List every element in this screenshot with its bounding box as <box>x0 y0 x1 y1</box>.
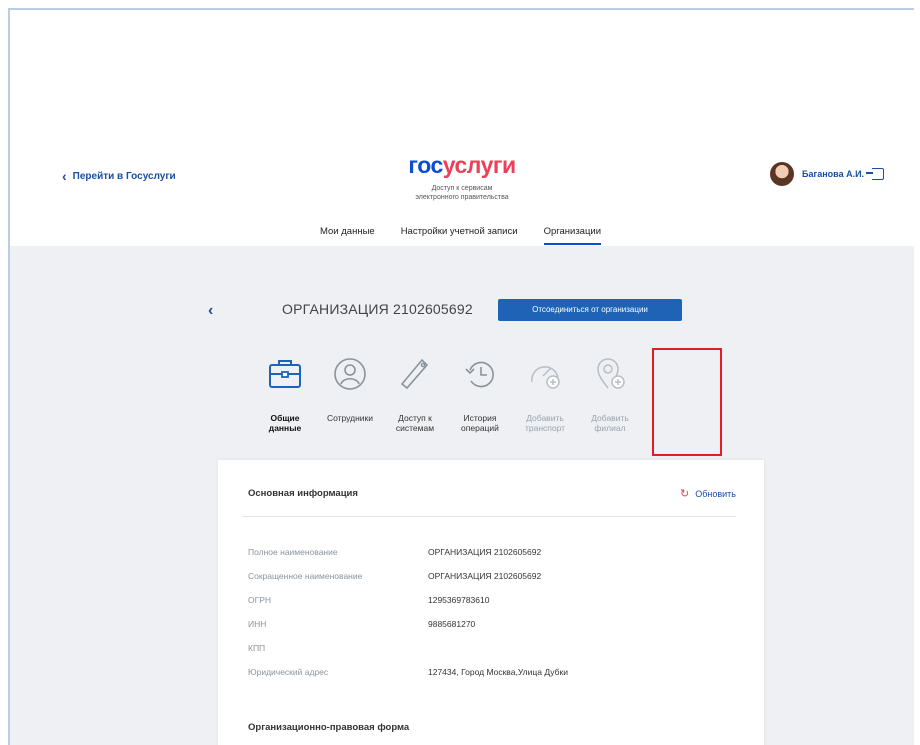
card-header: Основная информация ↻ Обновить <box>242 484 736 517</box>
info-row: ОГРН 1295369783610 <box>248 588 568 612</box>
user-icon <box>334 358 366 390</box>
logo-part-gos: гос <box>408 152 443 178</box>
tab-add-transport[interactable]: Добавить транспорт <box>516 354 574 433</box>
org-header: ‹ ОРГАНИЗАЦИЯ 2102605692 Отсоединиться о… <box>208 296 728 326</box>
card-title: Основная информация <box>248 488 358 499</box>
tab-label: Добавить филиал <box>591 413 629 433</box>
tab-system-access[interactable]: Доступ к системам <box>386 354 444 433</box>
row-label: Полное наименование <box>248 547 338 557</box>
nav-item-organizations[interactable]: Организации <box>543 226 602 245</box>
tab-label: Добавить транспорт <box>524 413 566 433</box>
refresh-button[interactable]: ↻ Обновить <box>680 487 736 500</box>
row-value: 1295369783610 <box>428 595 490 605</box>
logout-icon[interactable] <box>866 168 885 180</box>
row-value: ОРГАНИЗАЦИЯ 2102605692 <box>428 547 542 557</box>
briefcase-icon <box>269 360 301 388</box>
info-row: Полное наименование ОРГАНИЗАЦИЯ 210260569… <box>248 540 568 564</box>
highlight-box <box>652 348 722 456</box>
speedometer-icon <box>531 366 560 389</box>
refresh-label: Обновить <box>695 488 736 499</box>
avatar[interactable] <box>770 162 794 186</box>
row-value: 9885681270 <box>428 619 476 629</box>
info-row: КПП <box>248 636 568 660</box>
history-icon <box>465 361 494 388</box>
tagline: Доступ к сервисам электронного правитель… <box>10 184 914 202</box>
info-row: ИНН 9885681270 <box>248 612 568 636</box>
row-value: ОРГАНИЗАЦИЯ 2102605692 <box>428 571 542 581</box>
row-label: ИНН <box>248 619 267 629</box>
detach-org-button[interactable]: Отсоединиться от организации <box>498 299 682 321</box>
org-tabs: Общие данные Сотрудники Доступ к система… <box>256 354 639 433</box>
page-frame: ‹ Перейти в Госуслуги госуслуги Доступ к… <box>8 8 914 745</box>
row-label: Сокращенное наименование <box>248 571 363 581</box>
tab-general-data[interactable]: Общие данные <box>256 354 314 433</box>
nav-item-my-data[interactable]: Мои данные <box>320 226 375 245</box>
info-row: Сокращенное наименование ОРГАНИЗАЦИЯ 2102… <box>248 564 568 588</box>
tab-employees[interactable]: Сотрудники <box>321 354 379 433</box>
row-value: 127434, Город Москва,Улица Дубки <box>428 667 568 677</box>
location-add-icon <box>597 358 625 389</box>
tab-label: Доступ к системам <box>395 413 435 433</box>
user-menu[interactable]: Баганова А.И. <box>770 162 885 186</box>
nav-item-account-settings[interactable]: Настройки учетной записи <box>401 226 518 245</box>
row-label: Юридический адрес <box>248 667 329 677</box>
org-title: ОРГАНИЗАЦИЯ 2102605692 <box>282 301 473 317</box>
chevron-left-icon[interactable]: ‹ <box>208 302 213 320</box>
tab-label: История операций <box>461 413 499 433</box>
row-label: КПП <box>248 643 266 653</box>
tab-add-branch[interactable]: Добавить филиал <box>581 354 639 433</box>
tab-label: Сотрудники <box>326 413 374 423</box>
refresh-icon: ↻ <box>680 488 690 500</box>
key-icon <box>400 358 429 390</box>
info-rows: Полное наименование ОРГАНИЗАЦИЯ 210260569… <box>248 540 568 684</box>
main-info-card: Основная информация ↻ Обновить Полное на… <box>218 460 764 745</box>
top-nav: Мои данные Настройки учетной записи Орга… <box>320 226 602 245</box>
tab-label: Общие данные <box>268 413 302 433</box>
row-label: ОГРН <box>248 595 272 605</box>
user-name[interactable]: Баганова А.И. <box>802 169 864 179</box>
info-row: Юридический адрес 127434, Город Москва,Ул… <box>248 660 568 684</box>
tab-operations-history[interactable]: История операций <box>451 354 509 433</box>
tagline-line-2: электронного правительства <box>415 194 509 201</box>
section-title-legal-form: Организационно-правовая форма <box>248 722 410 733</box>
logo-part-uslugi: услуги <box>442 152 516 178</box>
